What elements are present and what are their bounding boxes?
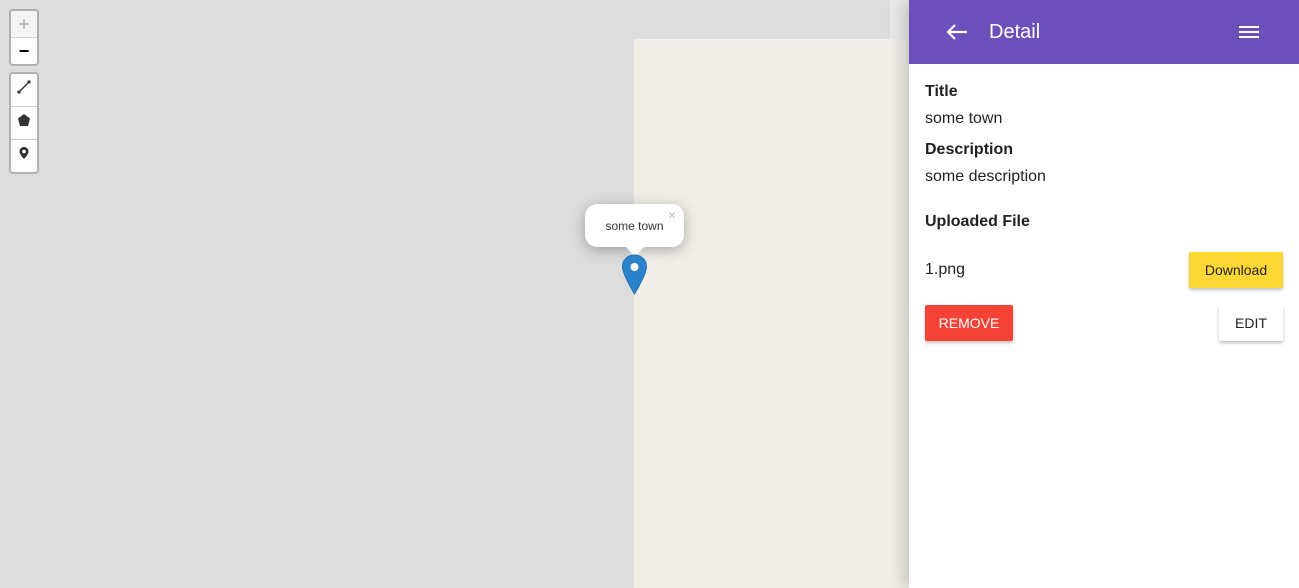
polygon-icon — [18, 114, 30, 126]
map-marker[interactable] — [621, 254, 648, 295]
file-name: 1.png — [925, 261, 966, 278]
uploaded-file-label: Uploaded File — [925, 213, 1030, 230]
draw-marker-button[interactable] — [11, 146, 37, 172]
back-button[interactable] — [941, 16, 973, 48]
title-value: some town — [925, 110, 1003, 127]
app-bar: Detail — [909, 0, 1299, 64]
zoom-out-button[interactable]: − — [11, 38, 37, 64]
popup-text: some town — [605, 219, 664, 233]
zoom-control: + − — [9, 9, 39, 66]
menu-button[interactable] — [1235, 18, 1263, 46]
draw-polyline-button[interactable] — [11, 80, 37, 107]
map-tile — [634, 39, 909, 588]
remove-button[interactable]: REMOVE — [925, 305, 1013, 341]
title-label: Title — [925, 83, 958, 100]
map-pin-icon — [621, 254, 648, 295]
download-button[interactable]: Download — [1189, 252, 1283, 288]
map-tile-edge — [890, 0, 909, 39]
draw-polygon-button[interactable] — [11, 113, 37, 140]
draw-toolbar — [9, 72, 39, 174]
detail-panel: Detail Title some town Description some … — [909, 0, 1299, 588]
menu-icon — [1239, 26, 1259, 38]
marker-icon — [19, 147, 29, 159]
edit-button[interactable]: EDIT — [1219, 305, 1283, 341]
page-title: Detail — [989, 21, 1041, 43]
map-canvas[interactable]: + − × some town — [0, 0, 909, 588]
arrow-left-icon — [946, 24, 967, 40]
description-value: some description — [925, 168, 1046, 185]
zoom-in-button[interactable]: + — [11, 11, 37, 38]
marker-popup: × some town — [585, 204, 684, 257]
polyline-icon — [17, 80, 31, 94]
description-label: Description — [925, 141, 1014, 158]
